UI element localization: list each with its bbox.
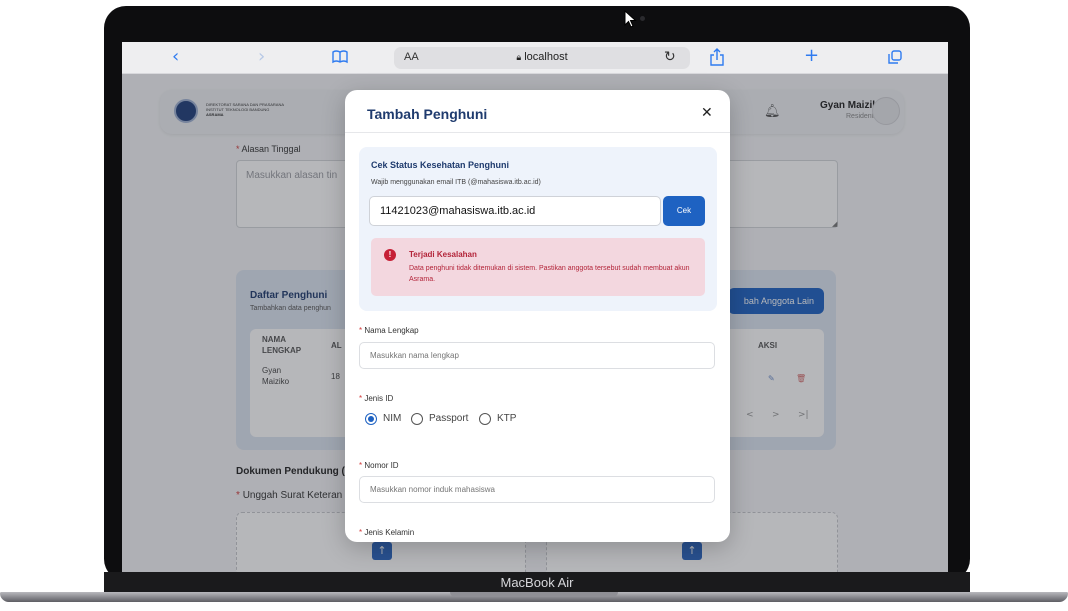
close-icon[interactable]: ✕ bbox=[701, 105, 713, 121]
radio-nim[interactable] bbox=[365, 413, 377, 425]
modal-divider bbox=[345, 132, 730, 133]
cek-button[interactable]: Cek bbox=[663, 196, 705, 226]
radio-label-nim: NIM bbox=[383, 413, 402, 424]
reload-icon[interactable]: ↻ bbox=[664, 49, 676, 65]
radio-label-passport: Passport bbox=[429, 413, 469, 424]
jenis-id-label: * Jenis ID bbox=[359, 394, 394, 403]
tabs-icon[interactable] bbox=[888, 50, 902, 64]
url-field[interactable]: AA 🔒︎ localhost ↻ bbox=[394, 47, 690, 69]
chevron-left-icon[interactable]: ‹ bbox=[172, 48, 179, 66]
cek-note: Wajib menggunakan email ITB (@mahasiswa.… bbox=[371, 179, 541, 186]
device-label: MacBook Air bbox=[500, 575, 574, 590]
lock-icon: 🔒︎ bbox=[516, 53, 522, 63]
email-input[interactable] bbox=[369, 196, 661, 226]
nama-input[interactable] bbox=[359, 342, 715, 369]
browser-toolbar: ‹ › AA 🔒︎ localhost ↻ + bbox=[122, 42, 948, 74]
tambah-penghuni-modal: Tambah Penghuni ✕ Cek Status Kesehatan P… bbox=[345, 90, 730, 542]
stage: ‹ › AA 🔒︎ localhost ↻ + DIREKTORAT SARAN… bbox=[0, 0, 1068, 611]
screen: ‹ › AA 🔒︎ localhost ↻ + DIREKTORAT SARAN… bbox=[122, 42, 948, 572]
camera bbox=[640, 16, 645, 21]
nomor-id-input[interactable] bbox=[359, 476, 715, 503]
error-text: Data penghuni tidak ditemukan di sistem.… bbox=[409, 265, 690, 283]
error-title: Terjadi Kesalahan bbox=[409, 250, 477, 259]
plus-icon[interactable]: + bbox=[804, 47, 819, 65]
url-text: 🔒︎ localhost bbox=[394, 51, 690, 63]
alert-icon: ! bbox=[384, 249, 396, 261]
url-label: localhost bbox=[524, 51, 568, 63]
jenis-kelamin-label: * Jenis Kelamin bbox=[359, 528, 415, 537]
modal-title: Tambah Penghuni bbox=[367, 106, 488, 122]
book-icon[interactable] bbox=[332, 50, 348, 64]
cek-title: Cek Status Kesehatan Penghuni bbox=[371, 160, 510, 170]
laptop-notch bbox=[450, 592, 618, 597]
nomor-id-label: * Nomor ID bbox=[359, 461, 399, 470]
radio-label-ktp: KTP bbox=[497, 413, 517, 424]
radio-passport[interactable] bbox=[411, 413, 423, 425]
radio-ktp[interactable] bbox=[479, 413, 491, 425]
mouse-cursor-icon bbox=[624, 10, 637, 28]
share-icon[interactable] bbox=[710, 48, 724, 66]
chevron-right-icon[interactable]: › bbox=[258, 48, 265, 66]
nama-label: * Nama Lengkap bbox=[359, 326, 419, 335]
